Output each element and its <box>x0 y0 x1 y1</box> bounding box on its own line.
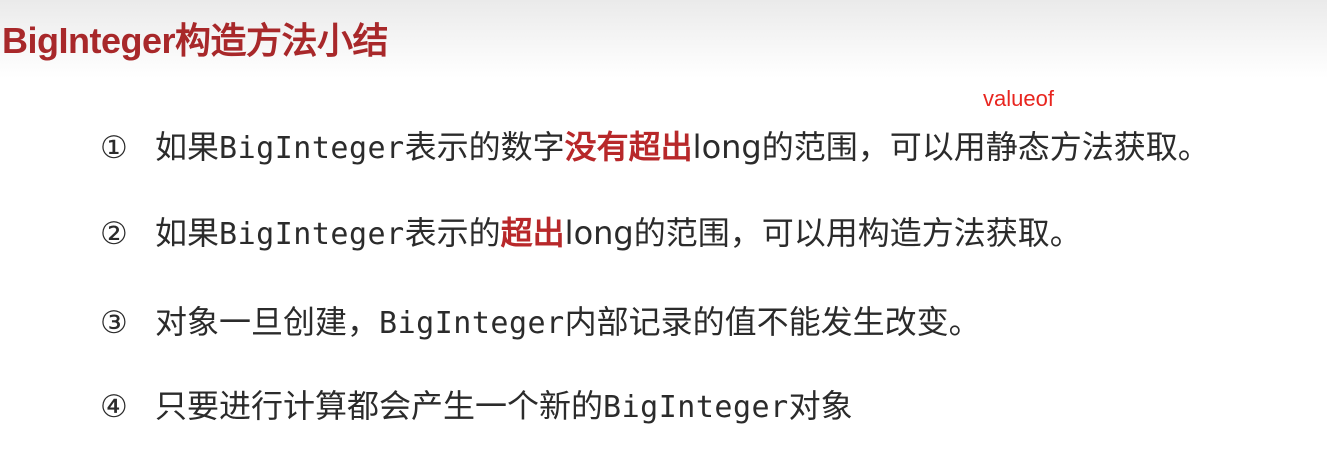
item-code: BigInteger <box>219 131 405 166</box>
item-text-post: 内部记录的值不能发生改变。 <box>564 303 981 341</box>
item-text-post: 的范围，可以用构造方法获取。 <box>633 214 1082 252</box>
handwritten-annotation: valueof <box>983 86 1054 111</box>
list-item-1: ① 如果 BigInteger 表示的数字 没有超出 long 的范围，可以用静… <box>100 122 1210 168</box>
item-text-pre: 只要进行计算都会产生一个新的 <box>155 387 604 425</box>
item-text-pre: 如果 <box>155 128 220 166</box>
item-long-word: long <box>692 128 762 166</box>
item-code: BigInteger <box>219 217 405 252</box>
item-text-mid: 表示的 <box>404 214 501 252</box>
list-item-3: ③ 对象一旦创建， BigInteger 内部记录的值不能发生改变。 <box>100 297 981 343</box>
item-code: BigInteger <box>603 390 789 425</box>
list-item-2: ② 如果 BigInteger 表示的 超出 long 的范围，可以用构造方法获… <box>100 208 1082 254</box>
item-text-pre: 如果 <box>155 214 220 252</box>
item-text-mid: 表示的数字 <box>404 128 565 166</box>
item-number: ③ <box>100 305 128 341</box>
page-title: BigInteger构造方法小结 <box>2 20 389 61</box>
item-highlight: 超出 <box>500 214 565 252</box>
item-code: BigInteger <box>379 306 565 341</box>
item-text-post: 对象 <box>788 387 853 425</box>
item-number: ② <box>100 216 128 252</box>
item-text-pre: 对象一旦创建， <box>155 303 380 341</box>
item-text-post: 的范围，可以用静态方法获取。 <box>761 128 1210 166</box>
item-long-word: long <box>564 214 634 252</box>
item-number: ① <box>100 130 128 166</box>
list-item-4: ④ 只要进行计算都会产生一个新的 BigInteger 对象 <box>100 381 853 427</box>
item-highlight: 没有超出 <box>564 128 693 166</box>
item-number: ④ <box>100 389 128 425</box>
